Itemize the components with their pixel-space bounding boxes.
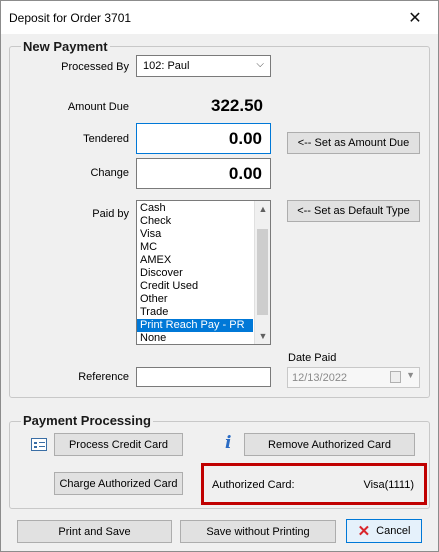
reference-input[interactable] bbox=[136, 367, 271, 387]
processed-by-label: Processed By bbox=[61, 61, 129, 73]
deposit-dialog: Deposit for Order 3701 ✕ New Payment Pro… bbox=[0, 0, 439, 552]
credit-card-icon bbox=[31, 438, 47, 451]
paid-by-option[interactable]: Trade bbox=[137, 306, 253, 319]
paid-by-listbox[interactable]: Cash Check Visa MC AMEX Discover Credit Used Ot… bbox=[136, 200, 271, 345]
tendered-input[interactable]: 0.00 bbox=[136, 123, 271, 154]
paid-by-scrollbar[interactable]: ▲ ▼ bbox=[254, 201, 270, 344]
cancel-icon: ✕ bbox=[357, 523, 371, 540]
calendar-icon bbox=[390, 371, 401, 383]
info-icon: i bbox=[225, 433, 232, 453]
window-title: Deposit for Order 3701 bbox=[9, 11, 132, 25]
process-credit-card-button[interactable]: Process Credit Card bbox=[54, 433, 183, 456]
print-and-save-button[interactable]: Print and Save bbox=[17, 520, 172, 543]
date-paid-value: 12/13/2022 bbox=[292, 371, 348, 384]
chevron-down-icon: ⌵ bbox=[256, 59, 264, 70]
cancel-button[interactable]: ✕ Cancel bbox=[346, 519, 422, 543]
paid-by-label: Paid by bbox=[92, 208, 129, 220]
change-label: Change bbox=[90, 167, 129, 179]
paid-by-option[interactable]: Discover bbox=[137, 267, 253, 280]
authorized-card-label: Authorized Card: bbox=[212, 479, 295, 491]
payment-processing-title: Payment Processing bbox=[21, 413, 153, 428]
scroll-up-icon[interactable]: ▲ bbox=[255, 201, 270, 217]
paid-by-option[interactable]: None bbox=[137, 332, 253, 344]
scroll-thumb[interactable] bbox=[257, 229, 268, 315]
change-value: 0.00 bbox=[136, 158, 271, 189]
date-paid-label: Date Paid bbox=[288, 352, 337, 364]
title-bar: Deposit for Order 3701 ✕ bbox=[1, 1, 438, 34]
paid-by-option[interactable]: MC bbox=[137, 241, 253, 254]
authorized-card-value: Visa(1111) bbox=[363, 479, 414, 491]
set-as-amount-due-button[interactable]: <-- Set as Amount Due bbox=[287, 132, 420, 154]
new-payment-title: New Payment bbox=[21, 39, 110, 54]
paid-by-option[interactable]: Other bbox=[137, 293, 253, 306]
remove-authorized-card-button[interactable]: Remove Authorized Card bbox=[244, 433, 415, 456]
authorized-card-panel: Authorized Card: Visa(1111) bbox=[201, 463, 427, 505]
paid-by-items: Cash Check Visa MC AMEX Discover Credit Used Ot… bbox=[137, 202, 253, 344]
close-icon[interactable]: ✕ bbox=[392, 1, 438, 34]
paid-by-option[interactable]: AMEX bbox=[137, 254, 253, 267]
cancel-label: Cancel bbox=[376, 525, 411, 537]
paid-by-option[interactable]: Check bbox=[137, 215, 253, 228]
amount-due-value: 322.50 bbox=[211, 96, 263, 115]
date-paid-picker: 12/13/2022 ▼ bbox=[287, 367, 420, 388]
paid-by-option[interactable]: Print Reach Pay - PR bbox=[137, 319, 253, 332]
paid-by-option[interactable]: Visa bbox=[137, 228, 253, 241]
paid-by-option[interactable]: Credit Used bbox=[137, 280, 253, 293]
processed-by-value: 102: Paul bbox=[143, 60, 190, 72]
tendered-label: Tendered bbox=[83, 133, 129, 145]
set-as-default-type-button[interactable]: <-- Set as Default Type bbox=[287, 200, 420, 222]
reference-label: Reference bbox=[78, 371, 129, 383]
paid-by-option[interactable]: Cash bbox=[137, 202, 253, 215]
amount-due-label: Amount Due bbox=[67, 101, 129, 113]
processed-by-select[interactable]: 102: Paul ⌵ bbox=[136, 55, 271, 77]
charge-authorized-card-button[interactable]: Charge Authorized Card bbox=[54, 472, 183, 495]
save-without-printing-button[interactable]: Save without Printing bbox=[180, 520, 336, 543]
scroll-down-icon[interactable]: ▼ bbox=[255, 328, 270, 344]
chevron-down-icon: ▼ bbox=[406, 370, 415, 380]
